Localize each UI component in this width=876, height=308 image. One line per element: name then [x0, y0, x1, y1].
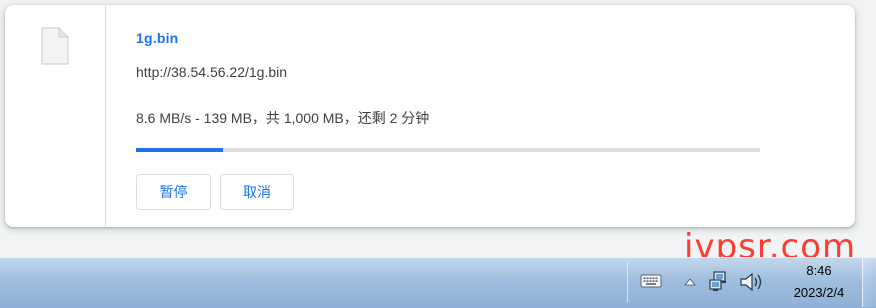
download-status: 8.6 MB/s - 139 MB，共 1,000 MB，还剩 2 分钟: [136, 110, 430, 126]
show-hidden-icons-chevron-icon[interactable]: [684, 277, 696, 287]
network-icon[interactable]: [708, 270, 732, 294]
download-progress-bar: [136, 148, 760, 152]
cancel-button[interactable]: 取消: [220, 174, 294, 210]
tray-separator: [627, 262, 628, 302]
download-progress-fill: [136, 148, 223, 152]
file-icon-column: [5, 5, 106, 227]
file-icon: [41, 27, 69, 65]
volume-icon[interactable]: [738, 270, 764, 294]
file-url: http://38.54.56.22/1g.bin: [136, 64, 288, 80]
clock-date[interactable]: 2023/2/4: [780, 285, 858, 300]
file-name-link[interactable]: 1g.bin: [136, 30, 178, 46]
clock-time[interactable]: 8:46: [790, 263, 848, 278]
show-desktop-button[interactable]: [862, 258, 876, 307]
pause-button[interactable]: 暂停: [136, 174, 211, 210]
download-item-card: 1g.bin http://38.54.56.22/1g.bin 8.6 MB/…: [5, 5, 855, 227]
keyboard-icon[interactable]: [640, 273, 662, 289]
